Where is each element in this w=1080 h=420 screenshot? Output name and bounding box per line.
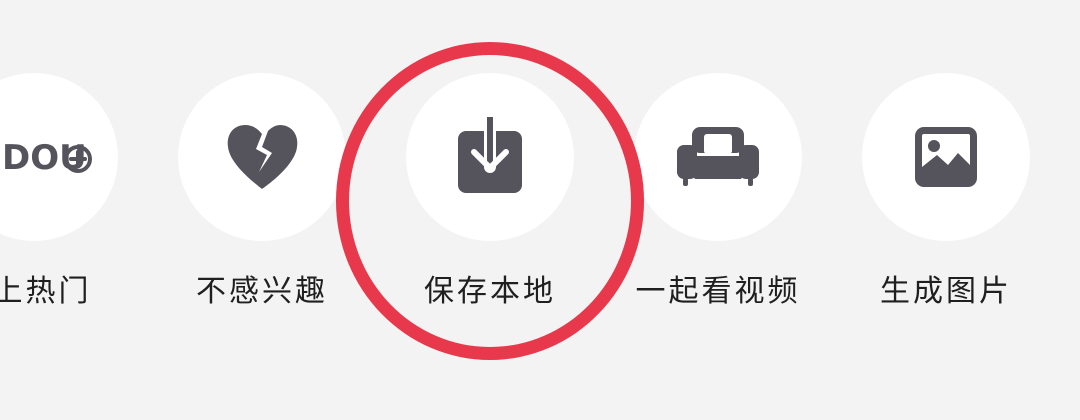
- image-icon: [915, 127, 977, 187]
- download-icon: [458, 117, 522, 193]
- broken-heart-icon: [227, 125, 298, 189]
- dou-plus-icon: DOU: [2, 138, 92, 178]
- generate-image-label: 生成图片: [880, 274, 1012, 309]
- not-interested-button[interactable]: [178, 73, 346, 241]
- promote-button[interactable]: DOU: [0, 73, 118, 241]
- watch-together-button[interactable]: [634, 73, 802, 241]
- save-local-button[interactable]: [406, 73, 574, 241]
- watch-together-label: 一起看视频: [635, 274, 801, 309]
- save-local-label: 保存本地: [424, 274, 556, 309]
- not-interested-label: 不感兴趣: [196, 274, 328, 309]
- sofa-icon: [677, 127, 759, 186]
- generate-image-button[interactable]: [862, 73, 1030, 241]
- promote-label: 上热门: [0, 274, 92, 309]
